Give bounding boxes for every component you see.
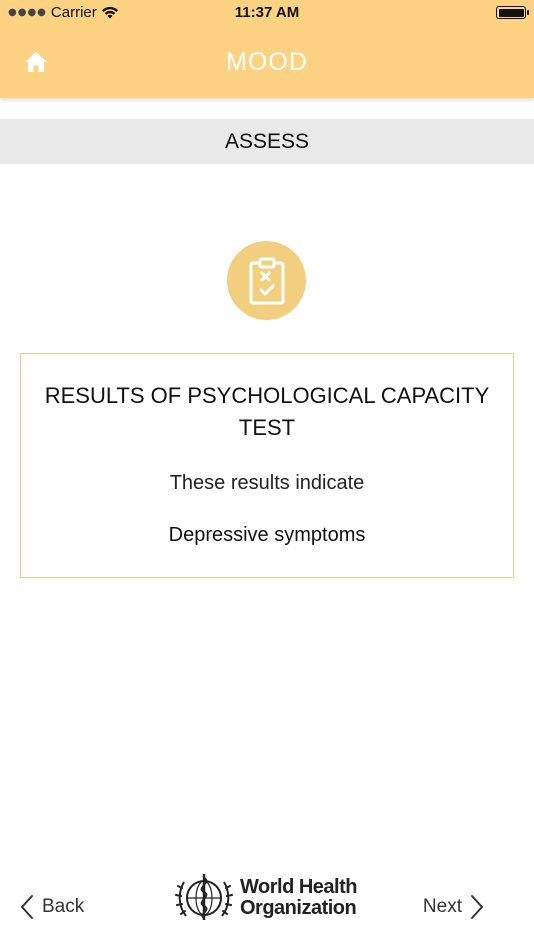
assessment-badge xyxy=(227,241,306,320)
screen: ●●●● Carrier 11:37 AM MOOD ASSESS RESULT… xyxy=(0,0,534,950)
section-header: ASSESS xyxy=(0,119,534,164)
results-value: Depressive symptoms xyxy=(168,524,366,546)
who-emblem-icon xyxy=(175,874,233,920)
app-header: ●●●● Carrier 11:37 AM MOOD xyxy=(0,0,534,98)
who-line-2: Organization xyxy=(240,897,357,919)
results-subtitle: These results indicate xyxy=(169,472,365,494)
back-label: Back xyxy=(42,896,85,917)
section-title: ASSESS xyxy=(224,129,310,153)
footer: Back World Health Organization Next xyxy=(0,862,534,942)
who-line-1: World Health xyxy=(240,876,357,898)
status-time: 11:37 AM xyxy=(234,4,300,21)
results-card: RESULTS OF PSYCHOLOGICAL CAPACITY TEST T… xyxy=(20,353,514,578)
chevron-right-icon xyxy=(471,895,483,919)
nav-bar: MOOD xyxy=(0,26,534,98)
next-button[interactable]: Next xyxy=(423,894,484,920)
clipboard-check-icon xyxy=(249,257,284,304)
results-title: RESULTS OF PSYCHOLOGICAL CAPACITY TEST xyxy=(44,383,490,440)
who-logo: World Health Organization xyxy=(172,868,357,928)
status-bar: ●●●● Carrier 11:37 AM xyxy=(0,0,534,26)
page-title: MOOD xyxy=(226,48,308,76)
battery-icon xyxy=(496,6,529,19)
who-wordmark: World Health Organization xyxy=(240,877,357,919)
back-button[interactable]: Back xyxy=(20,894,84,920)
chevron-left-icon xyxy=(21,895,33,919)
next-label: Next xyxy=(422,896,462,917)
